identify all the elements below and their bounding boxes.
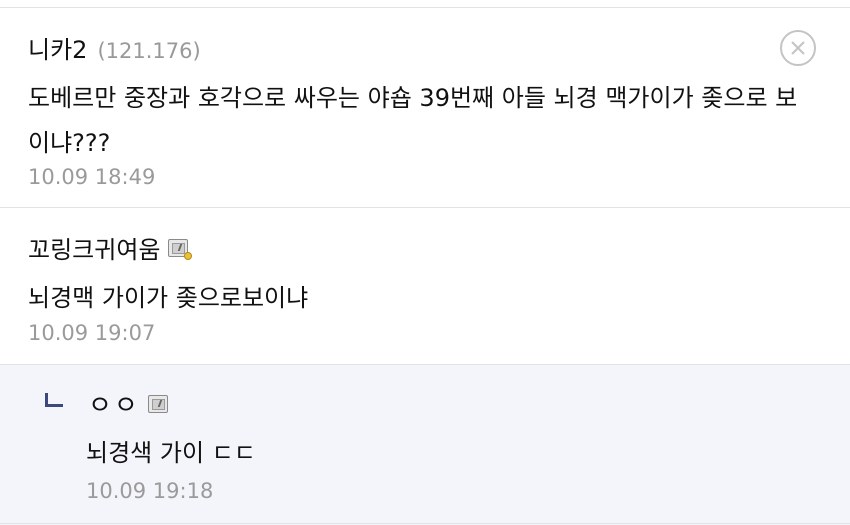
reply-arrow-icon [45,393,63,407]
comment-item: 니카2 (121.176) 도베르만 중장과 호각으로 싸우는 야숍 39번째 … [0,8,850,207]
comment-item: 꼬링크귀여움 뇌경맥 가이가 좆으로보이냐 10.09 19:07 [0,208,850,364]
comment-timestamp: 10.09 18:49 [28,165,156,189]
delete-comment-button[interactable] [780,30,816,66]
comment-nickname[interactable]: 꼬링크귀여움 [28,230,160,265]
reply-nickname[interactable]: ㅇㅇ [88,385,140,422]
close-icon [791,41,805,55]
reply-author: ㅇㅇ [88,385,168,422]
reply-timestamp: 10.09 19:18 [86,479,214,503]
comment-nickname[interactable]: 니카2 [28,30,87,65]
comment-author: 니카2 (121.176) [28,30,201,65]
gallery-nick-icon [147,394,168,413]
comment-text: 뇌경맥 가이가 좆으로보이냐 [28,284,309,312]
reply-item: ㅇㅇ 뇌경색 가이 ㄷㄷ 10.09 19:18 [0,365,850,525]
comment-author: 꼬링크귀여움 [28,230,193,265]
bottom-divider [0,523,850,524]
gallery-fixed-nick-icon [168,238,193,260]
reply-text: 뇌경색 가이 ㄷㄷ [86,439,256,467]
comment-ip: (121.176) [97,39,201,63]
comment-timestamp: 10.09 19:07 [28,321,156,345]
comment-text: 도베르만 중장과 호각으로 싸우는 야숍 39번째 아들 뇌경 맥가이가 좆으로… [28,84,798,157]
